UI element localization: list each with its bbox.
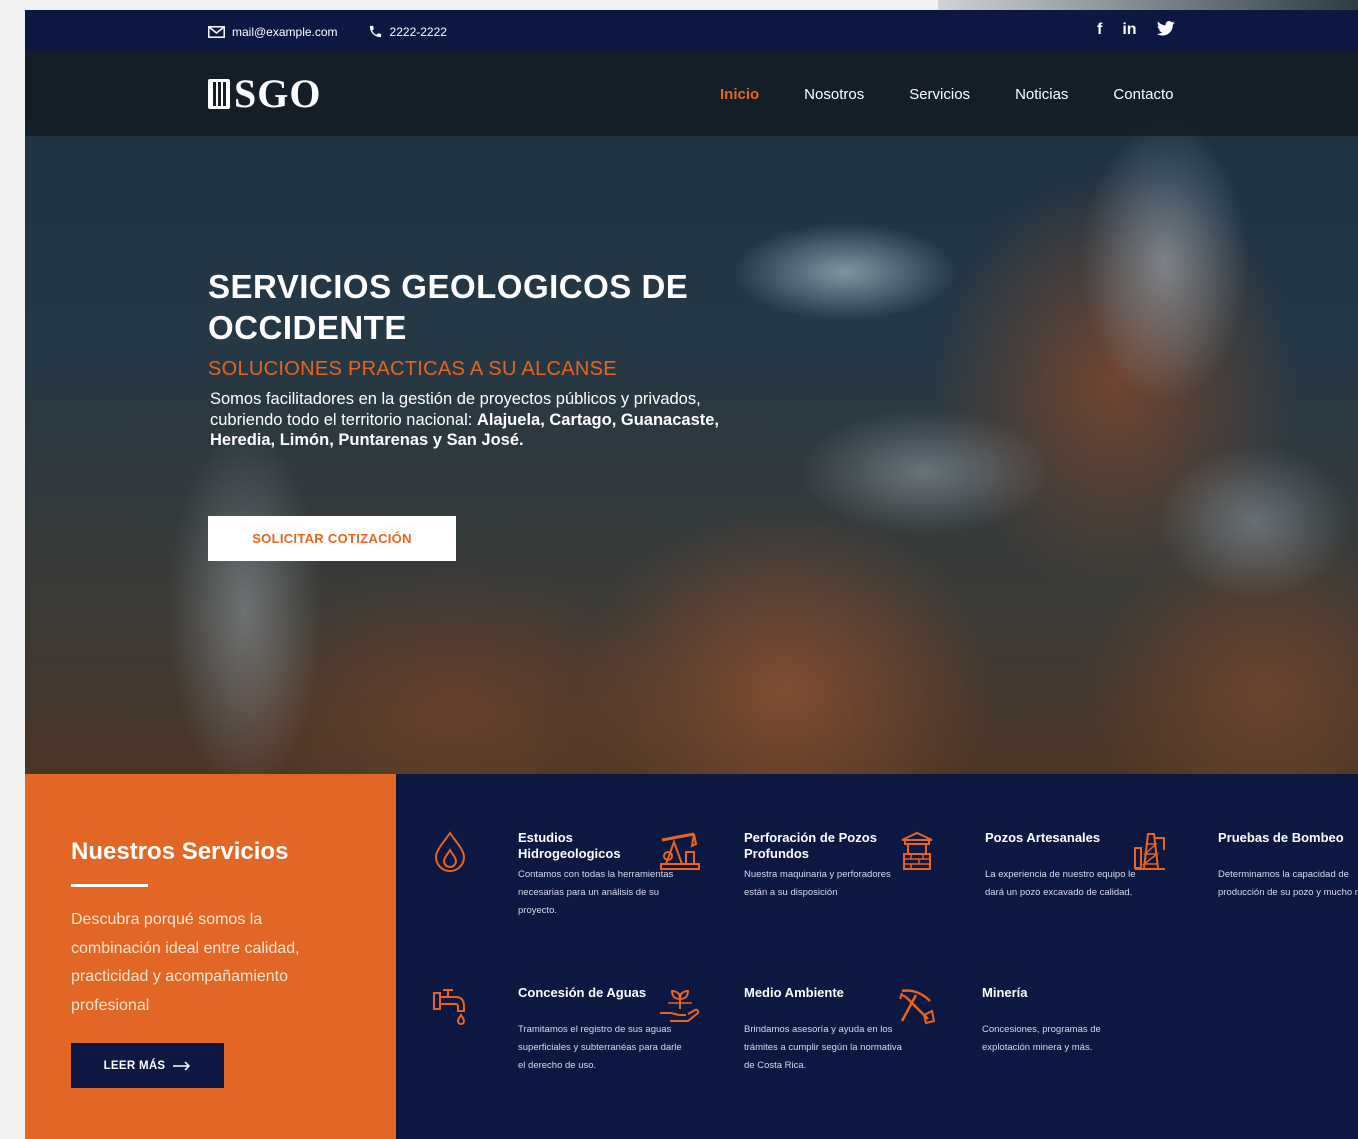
service-title: Estudios Hidrogeologicos: [518, 830, 621, 861]
website-page: mail@example.com 2222-2222 f in SGO Inic…: [25, 10, 1358, 1139]
read-more-button[interactable]: LEER MÁS: [71, 1043, 224, 1088]
service-description: Tramitamos el registro de sus aguas supe…: [518, 1024, 682, 1071]
service-description: Nuestra maquinaria y perforadores están …: [744, 869, 891, 898]
service-description: Contamos con todas la herramientas neces…: [518, 869, 674, 916]
read-more-label: LEER MÁS: [103, 1059, 166, 1072]
arrow-right-icon: [173, 1060, 191, 1071]
services-intro-panel: Nuestros Servicios Descubra porqué somos…: [25, 774, 396, 1139]
oil-rig-icon: [1134, 833, 1165, 870]
email-text: mail@example.com: [232, 24, 338, 39]
phone-text: 2222-2222: [389, 24, 447, 39]
service-description: Brindamos asesoría y ayuda en los trámit…: [744, 1024, 902, 1071]
nav-item-noticias[interactable]: Noticias: [1015, 86, 1068, 103]
services-heading: Nuestros Servicios: [71, 838, 289, 865]
hero-title: SERVICIOS GEOLOGICOS DE OCCIDENTE: [208, 268, 689, 346]
contact-info: mail@example.com 2222-2222: [208, 24, 447, 39]
pump-jack-icon: [660, 832, 700, 870]
top-bar: mail@example.com 2222-2222 f in: [25, 10, 1358, 52]
logo-text: SGO: [234, 71, 322, 116]
service-title: Concesión de Aguas: [518, 985, 647, 1000]
mail-icon: [208, 25, 225, 38]
service-title: Perforación de Pozos Profundos: [744, 830, 877, 861]
plant-hand-icon: [660, 989, 700, 1022]
water-drop-icon: [434, 831, 466, 872]
hero-section: SGO Inicio Nosotros Servicios Noticias C…: [25, 52, 1358, 774]
services-grid: Estudios Hidrogeologicos Contamos con to…: [396, 774, 1358, 1139]
faucet-icon: [433, 989, 466, 1025]
twitter-icon[interactable]: [1156, 21, 1175, 36]
service-description: La experiencia de nuestro equipo le dará…: [985, 869, 1136, 898]
columns-logo-icon: [208, 78, 230, 109]
phone-icon: [369, 25, 381, 38]
service-title: Medio Ambiente: [744, 985, 844, 1000]
service-description: Concesiones, programas de explotación mi…: [982, 1024, 1101, 1053]
phone-link[interactable]: 2222-2222: [368, 24, 447, 39]
background-edge: [938, 0, 1358, 10]
service-title: Pruebas de Bombeo: [1218, 830, 1344, 845]
nav-item-nosotros[interactable]: Nosotros: [804, 86, 864, 103]
nav-menu: Inicio Nosotros Servicios Noticias Conta…: [720, 86, 1173, 103]
email-link[interactable]: mail@example.com: [208, 25, 338, 39]
logo[interactable]: SGO: [208, 70, 321, 117]
heading-divider: [71, 884, 148, 887]
service-description: Determinamos la capacidad de producción …: [1218, 869, 1358, 898]
service-title: Pozos Artesanales: [985, 830, 1101, 845]
nav-item-contacto[interactable]: Contacto: [1113, 86, 1173, 103]
nav-item-inicio[interactable]: Inicio: [720, 86, 759, 103]
social-links: f in: [1097, 21, 1175, 39]
hero-description: Somos facilitadores en la gestión de pro…: [210, 389, 728, 451]
request-quote-button[interactable]: SOLICITAR COTIZACIÓN: [208, 516, 456, 561]
linkedin-icon[interactable]: in: [1122, 21, 1136, 39]
pickaxe-shovel-icon: [899, 989, 936, 1025]
hero-subtitle: SOLUCIONES PRACTICAS A SU ALCANSE: [208, 358, 617, 380]
service-title: Minería: [982, 985, 1028, 1000]
nav-item-servicios[interactable]: Servicios: [909, 86, 970, 103]
services-intro-text: Descubra porqué somos la combinación ide…: [71, 911, 300, 1014]
facebook-icon[interactable]: f: [1097, 21, 1102, 39]
hero-content: SERVICIOS GEOLOGICOS DE OCCIDENTE SOLUCI…: [208, 266, 728, 451]
main-navbar: SGO Inicio Nosotros Servicios Noticias C…: [25, 52, 1358, 136]
well-icon: [901, 831, 933, 870]
